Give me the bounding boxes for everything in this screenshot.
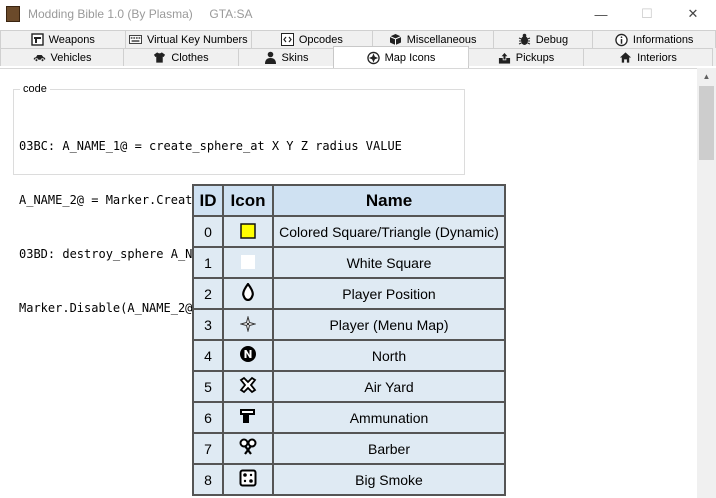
cell-icon	[222, 401, 274, 434]
vertical-scrollbar[interactable]: ▲	[697, 68, 716, 498]
cell-icon	[222, 463, 274, 496]
map-icons-panel: code 03BC: A_NAME_1@ = create_sphere_at …	[0, 68, 697, 498]
column-header-name: Name	[272, 184, 506, 217]
column-header-id: ID	[192, 184, 224, 217]
table-row: 4 North	[192, 339, 506, 372]
app-icon	[6, 6, 20, 22]
window-controls: — ☐ ✕	[578, 0, 716, 28]
cell-id: 2	[192, 277, 224, 310]
map-icon	[366, 51, 380, 64]
code-line: 03BC: A_NAME_1@ = create_sphere_at X Y Z…	[19, 139, 402, 153]
barber-icon	[239, 438, 257, 456]
player-menu-map-icon	[239, 315, 257, 333]
table-row: 2 Player Position	[192, 277, 506, 310]
table-row: 7 Barber	[192, 432, 506, 465]
tab-row-2: Vehicles Clothes Skins Map Icons Pickups…	[0, 46, 716, 68]
cell-id: 4	[192, 339, 224, 372]
cell-name: Air Yard	[272, 370, 506, 403]
title-bar: Modding Bible 1.0 (By Plasma) GTA:SA — ☐…	[0, 0, 716, 28]
ammunation-icon	[239, 407, 257, 425]
cell-icon	[222, 370, 274, 403]
table-row: 1 White Square	[192, 246, 506, 279]
car-icon	[33, 51, 46, 64]
cell-id: 1	[192, 246, 224, 279]
air-yard-icon	[239, 376, 257, 394]
white-square-icon	[239, 253, 257, 271]
big-smoke-icon	[239, 469, 257, 487]
code-icon	[280, 33, 294, 46]
cell-name: White Square	[272, 246, 506, 279]
north-icon	[239, 345, 257, 363]
cell-id: 0	[192, 215, 224, 248]
scroll-up-arrow-icon[interactable]: ▲	[697, 68, 716, 85]
cell-icon	[222, 215, 274, 248]
scrollbar-thumb[interactable]	[699, 86, 714, 160]
map-icons-table: ID Icon Name 0 Colored Square/Triangle (…	[192, 184, 506, 496]
code-legend: code	[20, 83, 50, 95]
cell-name: Colored Square/Triangle (Dynamic)	[272, 215, 506, 248]
table-header-row: ID Icon Name	[192, 184, 506, 217]
table-row: 0 Colored Square/Triangle (Dynamic)	[192, 215, 506, 248]
info-icon	[615, 33, 628, 46]
cell-name: North	[272, 339, 506, 372]
cell-name: Barber	[272, 432, 506, 465]
tab-debug[interactable]: Debug	[492, 30, 594, 48]
maximize-button[interactable]: ☐	[624, 0, 670, 28]
cell-id: 6	[192, 401, 224, 434]
weapon-icon	[30, 33, 44, 46]
cell-icon	[222, 308, 274, 341]
tab-pickups[interactable]: Pickups	[468, 48, 584, 66]
table-row: 8 Big Smoke	[192, 463, 506, 496]
column-header-icon: Icon	[222, 184, 274, 217]
table-row: 6 Ammunation	[192, 401, 506, 434]
box-icon	[389, 33, 402, 46]
cell-name: Player (Menu Map)	[272, 308, 506, 341]
table-row: 5 Air Yard	[192, 370, 506, 403]
window-title: Modding Bible 1.0 (By Plasma) GTA:SA	[28, 7, 253, 21]
tab-informations[interactable]: Informations	[592, 30, 716, 48]
cell-name: Ammunation	[272, 401, 506, 434]
person-icon	[264, 51, 277, 64]
close-button[interactable]: ✕	[670, 0, 716, 28]
cell-id: 3	[192, 308, 224, 341]
table-row: 3 Player (Menu Map)	[192, 308, 506, 341]
pickup-icon	[498, 51, 511, 64]
bug-icon	[518, 33, 531, 46]
cell-name: Player Position	[272, 277, 506, 310]
cell-icon	[222, 277, 274, 310]
cell-id: 8	[192, 463, 224, 496]
house-icon	[619, 51, 632, 64]
tab-vehicles[interactable]: Vehicles	[0, 48, 124, 66]
cell-icon	[222, 246, 274, 279]
code-groupbox: code 03BC: A_NAME_1@ = create_sphere_at …	[13, 83, 465, 315]
keyboard-icon	[128, 33, 142, 46]
tab-clothes[interactable]: Clothes	[123, 48, 239, 66]
tab-interiors[interactable]: Interiors	[583, 48, 713, 66]
yellow-square-icon	[239, 222, 257, 240]
tab-virtual-key-numbers[interactable]: Virtual Key Numbers	[124, 30, 252, 48]
tab-map-icons[interactable]: Map Icons	[333, 46, 469, 68]
minimize-button[interactable]: —	[578, 0, 624, 28]
cell-icon	[222, 432, 274, 465]
cell-id: 5	[192, 370, 224, 403]
cell-icon	[222, 339, 274, 372]
cell-id: 7	[192, 432, 224, 465]
shirt-icon	[153, 51, 166, 64]
cell-name: Big Smoke	[272, 463, 506, 496]
tab-skins[interactable]: Skins	[238, 48, 334, 66]
tab-weapons[interactable]: Weapons	[0, 30, 126, 48]
player-position-icon	[239, 283, 257, 301]
